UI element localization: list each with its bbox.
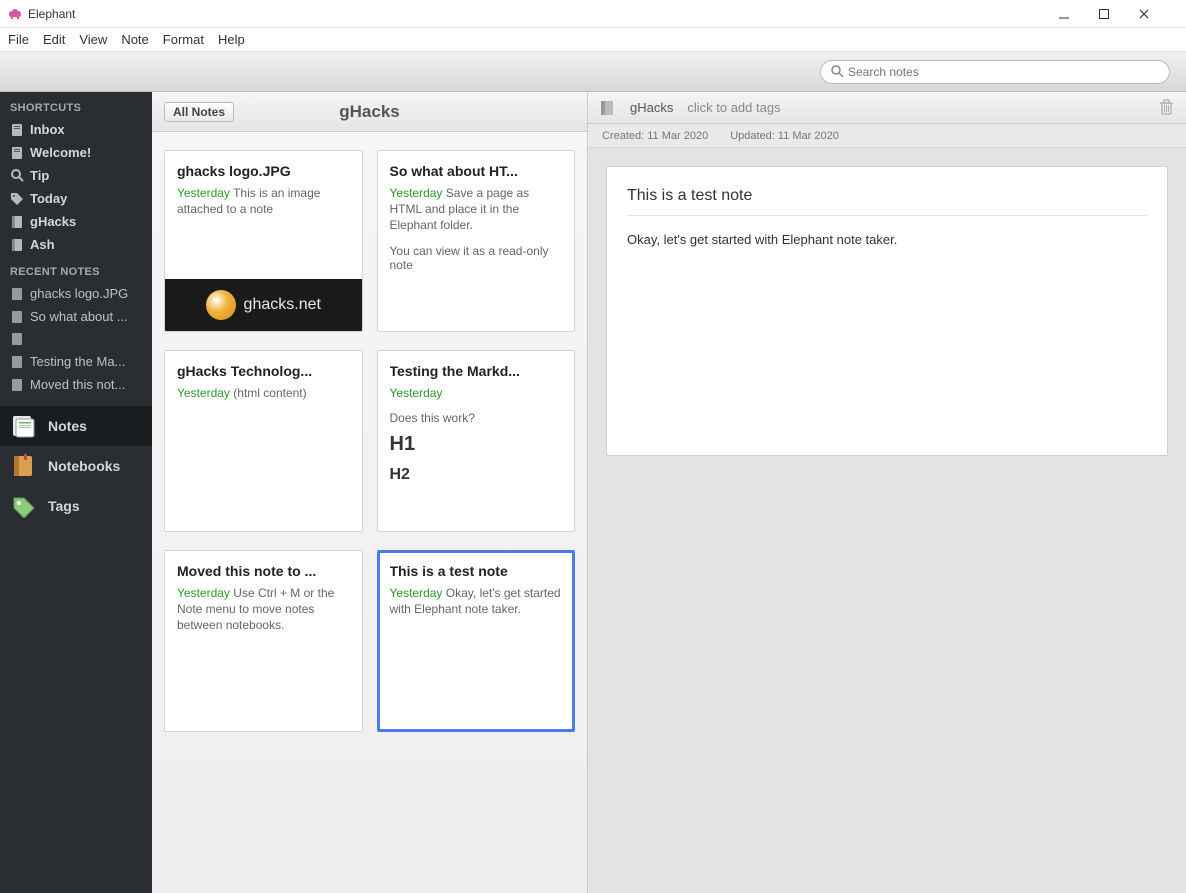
titlebar: Elephant (0, 0, 1186, 28)
shortcut-label: Tip (30, 168, 49, 183)
window-title: Elephant (28, 7, 1058, 21)
updated-date: Updated: 11 Mar 2020 (730, 130, 839, 142)
note-card-title: Moved this note to ... (177, 563, 350, 579)
search-icon (10, 169, 24, 183)
note-card-h1: H1 (390, 433, 563, 456)
trash-icon[interactable] (1159, 99, 1174, 116)
notebook-icon (10, 215, 24, 229)
note-card-meta: Yesterday Okay, let's get started with E… (390, 585, 563, 617)
shortcut-today[interactable]: Today (0, 187, 152, 210)
note-icon (10, 355, 24, 369)
search-icon (831, 65, 844, 78)
add-tags-prompt[interactable]: click to add tags (687, 100, 780, 115)
shortcut-ghacks[interactable]: gHacks (0, 210, 152, 233)
note-card-meta: Yesterday Save a page as HTML and place … (390, 185, 563, 234)
note-title[interactable]: This is a test note (627, 187, 1147, 216)
menu-edit[interactable]: Edit (43, 32, 65, 47)
note-card[interactable]: gHacks Technolog... Yesterday (html cont… (164, 350, 363, 532)
note-card[interactable]: ghacks logo.JPG Yesterday This is an ima… (164, 150, 363, 332)
note-detail-column: gHacks click to add tags Created: 11 Mar… (588, 92, 1186, 893)
recent-note[interactable]: Testing the Ma... (0, 350, 152, 373)
note-card[interactable]: So what about HT... Yesterday Save a pag… (377, 150, 576, 332)
toolbar (0, 52, 1186, 92)
note-list-header: All Notes gHacks (152, 92, 587, 132)
tags-icon (10, 494, 38, 518)
note-detail-header: gHacks click to add tags (588, 92, 1186, 124)
menu-file[interactable]: File (8, 32, 29, 47)
shortcut-label: Today (30, 191, 67, 206)
created-date: Created: 11 Mar 2020 (602, 130, 708, 142)
menu-note[interactable]: Note (121, 32, 148, 47)
ghacks-logo-icon (206, 290, 236, 320)
note-card[interactable]: Testing the Markd... Yesterday Does this… (377, 350, 576, 532)
shortcut-inbox[interactable]: Inbox (0, 118, 152, 141)
recent-note[interactable]: Moved this not... (0, 373, 152, 396)
note-card-title: Testing the Markd... (390, 363, 563, 379)
recent-header: RECENT NOTES (0, 256, 152, 282)
note-card-thumbnail: ghacks.net (165, 279, 362, 331)
detail-notebook-name[interactable]: gHacks (630, 100, 673, 115)
minimize-button[interactable] (1058, 8, 1098, 20)
shortcut-tip[interactable]: Tip (0, 164, 152, 187)
app-icon (8, 7, 22, 21)
note-card-selected[interactable]: This is a test note Yesterday Okay, let'… (377, 550, 576, 732)
note-card-title: So what about HT... (390, 163, 563, 179)
shortcut-label: Inbox (30, 122, 65, 137)
note-icon (10, 287, 24, 301)
nav-notebooks[interactable]: Notebooks (0, 446, 152, 486)
shortcut-ash[interactable]: Ash (0, 233, 152, 256)
search-box[interactable] (820, 60, 1170, 84)
note-card-meta: Yesterday This is an image attached to a… (177, 185, 350, 217)
notebooks-icon (10, 454, 38, 478)
note-icon (10, 310, 24, 324)
note-icon (10, 146, 24, 160)
note-detail-dates: Created: 11 Mar 2020 Updated: 11 Mar 202… (588, 124, 1186, 148)
note-editor[interactable]: This is a test note Okay, let's get star… (606, 166, 1168, 456)
close-button[interactable] (1138, 8, 1178, 20)
recent-note[interactable]: ghacks logo.JPG (0, 282, 152, 305)
shortcut-label: gHacks (30, 214, 76, 229)
notebook-icon (10, 238, 24, 252)
all-notes-button[interactable]: All Notes (164, 102, 234, 122)
menu-help[interactable]: Help (218, 32, 245, 47)
note-card-extra: Does this work? (390, 411, 563, 425)
note-card-title: gHacks Technolog... (177, 363, 350, 379)
notebook-icon (600, 100, 616, 116)
menubar: File Edit View Note Format Help (0, 28, 1186, 52)
notes-icon (10, 414, 38, 438)
shortcuts-header: SHORTCUTS (0, 92, 152, 118)
note-list-column: All Notes gHacks ghacks logo.JPG Yesterd… (152, 92, 588, 893)
shortcut-label: Ash (30, 237, 55, 252)
note-icon (10, 378, 24, 392)
sidebar: SHORTCUTS Inbox Welcome! Tip Today gHack… (0, 92, 152, 893)
shortcut-label: Welcome! (30, 145, 91, 160)
menu-view[interactable]: View (79, 32, 107, 47)
search-input[interactable] (848, 65, 1159, 79)
note-card-title: This is a test note (390, 563, 563, 579)
note-card-extra: You can view it as a read-only note (390, 244, 563, 272)
tag-icon (10, 192, 24, 206)
note-icon (10, 332, 24, 346)
shortcut-welcome[interactable]: Welcome! (0, 141, 152, 164)
nav-notes[interactable]: Notes (0, 406, 152, 446)
nav-tags[interactable]: Tags (0, 486, 152, 526)
note-icon (10, 123, 24, 137)
note-card-meta: Yesterday (html content) (177, 385, 350, 401)
note-card-title: ghacks logo.JPG (177, 163, 350, 179)
note-card-h2: H2 (390, 466, 563, 484)
note-cards-grid[interactable]: ghacks logo.JPG Yesterday This is an ima… (152, 132, 587, 893)
recent-note[interactable]: So what about ... (0, 305, 152, 328)
note-content[interactable]: Okay, let's get started with Elephant no… (627, 232, 1147, 247)
note-card-meta: Yesterday Use Ctrl + M or the Note menu … (177, 585, 350, 634)
note-card[interactable]: Moved this note to ... Yesterday Use Ctr… (164, 550, 363, 732)
menu-format[interactable]: Format (163, 32, 204, 47)
recent-note[interactable] (0, 328, 152, 350)
maximize-button[interactable] (1098, 8, 1138, 20)
note-card-meta: Yesterday (390, 385, 563, 401)
